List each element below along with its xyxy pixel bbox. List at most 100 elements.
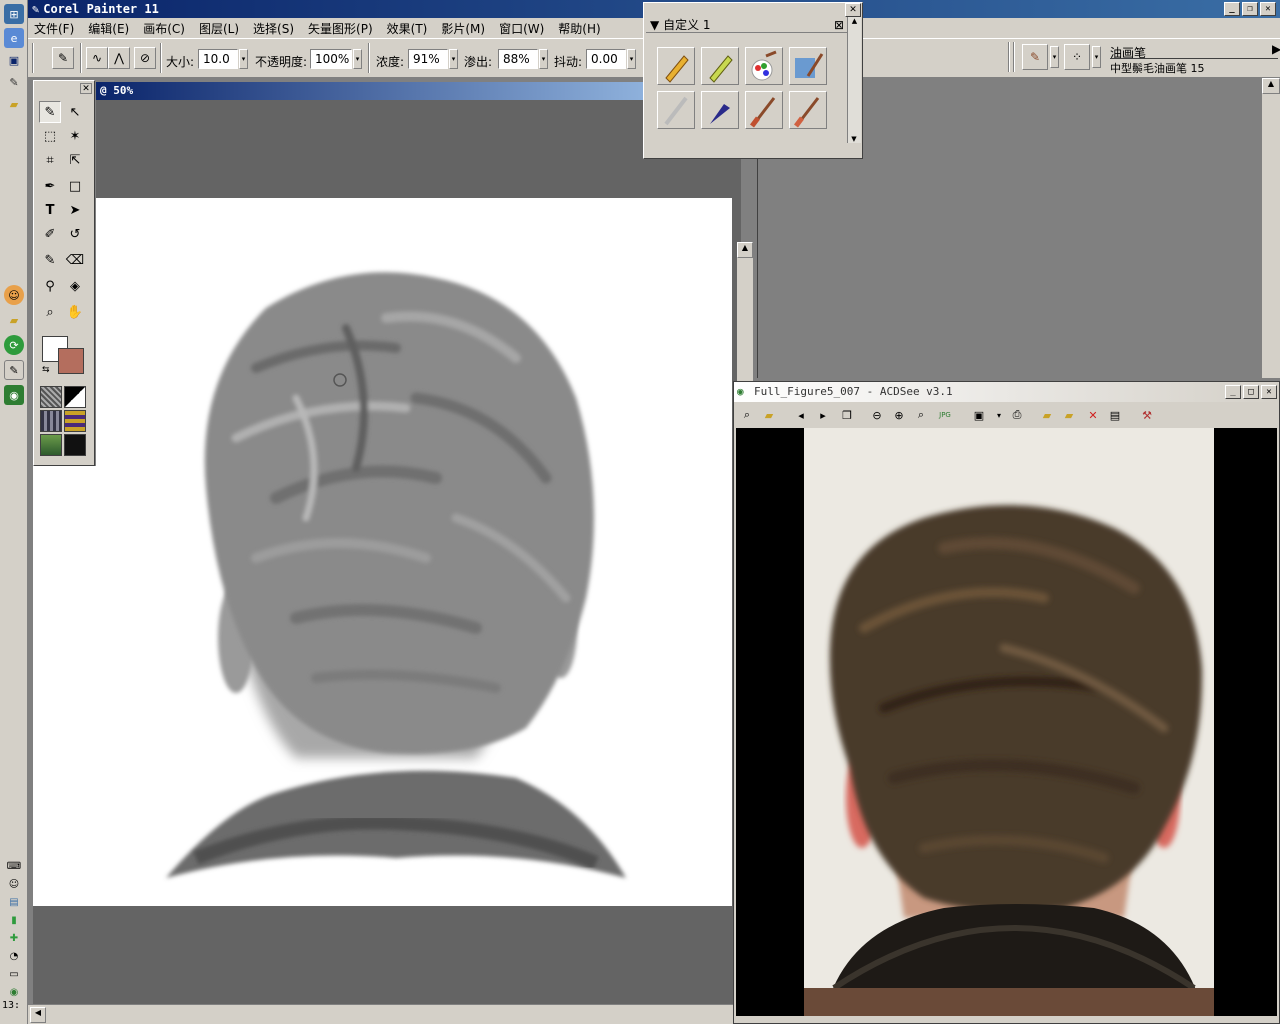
jpeg-icon[interactable]: JPG — [936, 406, 954, 424]
menu-file[interactable]: 文件(F) — [34, 20, 74, 37]
print-icon[interactable]: ⎙ — [1008, 406, 1026, 424]
menu-edit[interactable]: 编辑(E) — [88, 20, 129, 37]
brush-variant-dropdown[interactable]: ▾ — [1092, 46, 1101, 68]
dropper-brush-icon[interactable]: ✐ — [39, 223, 61, 245]
canvas-paper[interactable] — [96, 198, 732, 906]
palette-scroll-down-icon[interactable]: ▼ — [848, 135, 860, 143]
airbrush-button[interactable] — [657, 91, 695, 129]
menu-canvas[interactable]: 画布(C) — [143, 20, 185, 37]
acdsee-image-view[interactable] — [736, 428, 1277, 1016]
property-bar-grip[interactable] — [32, 43, 34, 73]
brush-icon[interactable]: ✎ — [39, 101, 61, 123]
bleed-field[interactable]: 88% — [498, 49, 538, 69]
next-image-icon[interactable]: ▸ — [814, 406, 832, 424]
grabber-hand-icon[interactable]: ✋ — [64, 301, 86, 323]
previous-image-icon[interactable]: ◂ — [792, 406, 810, 424]
menu-effects[interactable]: 效果(T) — [387, 20, 428, 37]
rect-select-icon[interactable]: ⬚ — [39, 125, 61, 147]
brush-variant-name[interactable]: 中型鬃毛油画笔 15 — [1110, 60, 1205, 76]
copy-to-folder-icon[interactable]: ▰ — [1038, 406, 1056, 424]
qq-icon[interactable]: ☺ — [4, 285, 24, 305]
eyedropper-icon[interactable]: ⚲ — [39, 275, 61, 297]
jitter-field[interactable]: 0.00 — [586, 49, 626, 69]
size-spinner[interactable]: ▾ — [239, 49, 248, 69]
zoom-fit-icon[interactable]: ⌕ — [912, 406, 930, 424]
shape-selection-icon[interactable]: ➤ — [64, 199, 86, 221]
eraser-icon[interactable]: ⌫ — [64, 249, 86, 271]
zoom-in-icon[interactable]: ⊕ — [890, 406, 908, 424]
brush-app-icon[interactable]: ✎ — [4, 72, 24, 92]
pencil-brush-button[interactable] — [657, 47, 695, 85]
nozzle-swatch[interactable] — [40, 434, 62, 456]
painter-quick-icon[interactable]: ✎ — [4, 360, 24, 380]
restore-button[interactable]: ❐ — [1242, 2, 1258, 16]
windows-start-icon[interactable]: ⊞ — [4, 4, 24, 24]
qq-tray-icon[interactable]: ☺ — [4, 874, 24, 894]
rectangle-shape-icon[interactable]: □ — [64, 175, 86, 197]
lasso-icon[interactable]: ↺ — [64, 223, 86, 245]
color-mixer-button[interactable] — [745, 47, 783, 85]
scroll-left-icon[interactable]: ◀ — [30, 1007, 46, 1023]
right-vertical-scrollbar[interactable]: ▲ — [1262, 78, 1280, 378]
concentration-field[interactable]: 91% — [408, 49, 448, 69]
size-field[interactable]: 10.0 — [198, 49, 238, 69]
reset-tool-icon[interactable]: ⊘ — [134, 47, 156, 69]
palette-header[interactable]: ▼ 自定义 1 ⊠ — [646, 17, 858, 33]
acdsee-minimize-button[interactable]: _ — [1225, 385, 1241, 399]
minimize-button[interactable]: _ — [1224, 2, 1240, 16]
menu-movie[interactable]: 影片(M) — [441, 20, 485, 37]
straight-line-stroke-icon[interactable]: ⋀ — [108, 47, 130, 69]
concentration-spinner[interactable]: ▾ — [449, 49, 458, 69]
menu-shapes[interactable]: 矢量图形(P) — [308, 20, 373, 37]
magnifier-icon[interactable]: ⌕ — [39, 301, 61, 323]
brush-dab-icon[interactable]: ⁘ — [1064, 44, 1090, 70]
keyboard-icon[interactable]: ⌨ — [4, 856, 24, 876]
zoom-out-icon[interactable]: ⊖ — [868, 406, 886, 424]
look-swatch[interactable] — [64, 434, 86, 456]
slideshow-dropdown-icon[interactable]: ▾ — [990, 406, 1008, 424]
layer-adjuster-icon[interactable]: ↖ — [64, 101, 86, 123]
desktop-icon[interactable]: ▣ — [4, 50, 24, 70]
brush-tool-icon[interactable]: ✎ — [52, 47, 74, 69]
green-bar-icon[interactable]: ▮ — [4, 910, 24, 930]
folder-icon-2[interactable]: ▰ — [4, 310, 24, 330]
acrylic-brush-button[interactable] — [789, 91, 827, 129]
scroll-up-icon[interactable]: ▲ — [1262, 78, 1280, 94]
palette-scroll-up-icon[interactable]: ▲ — [848, 17, 861, 25]
gradient-swatch[interactable] — [64, 386, 86, 408]
weave-swatch[interactable] — [64, 410, 86, 432]
nvidia-icon[interactable]: ◉ — [4, 385, 24, 405]
menu-layers[interactable]: 图层(L) — [199, 20, 239, 37]
delete-icon[interactable]: ✕ — [1084, 406, 1102, 424]
canvas-scroll-up-icon[interactable]: ▲ — [737, 242, 753, 258]
pattern-swatch[interactable] — [40, 410, 62, 432]
oil-brush-button[interactable] — [745, 91, 783, 129]
close-button[interactable]: ✕ — [1260, 2, 1276, 16]
brush-category-icon[interactable]: ✎ — [1022, 44, 1048, 70]
palette-options-icon[interactable]: ⊠ — [834, 17, 844, 33]
copy-icon[interactable]: ❐ — [838, 406, 856, 424]
cloner-brush-button[interactable] — [789, 47, 827, 85]
acdsee-close-button[interactable]: ✕ — [1261, 385, 1277, 399]
slideshow-icon[interactable]: ▣ — [970, 406, 988, 424]
open-folder-icon[interactable]: ▰ — [760, 406, 778, 424]
paper-texture-swatch[interactable] — [40, 386, 62, 408]
crop-icon[interactable]: ⌗ — [39, 149, 61, 171]
palette-close-button[interactable]: ✕ — [845, 3, 861, 17]
marker-brush-button[interactable] — [701, 47, 739, 85]
text-icon[interactable]: T — [39, 199, 61, 221]
menu-help[interactable]: 帮助(H) — [558, 20, 600, 37]
collapse-arrow-icon[interactable]: ▼ — [650, 18, 659, 32]
opacity-spinner[interactable]: ▾ — [353, 49, 362, 69]
acdsee-maximize-button[interactable]: □ — [1243, 385, 1259, 399]
browse-icon[interactable]: ⌕ — [738, 406, 756, 424]
brush-selector-grip[interactable] — [1008, 42, 1010, 72]
magic-wand-icon[interactable]: ✶ — [64, 125, 86, 147]
folder-icon[interactable]: ▰ — [4, 94, 24, 114]
paint-bucket-icon[interactable]: ◈ — [64, 275, 86, 297]
refresh-icon[interactable]: ⟳ — [4, 335, 24, 355]
pen-icon[interactable]: ✒ — [39, 175, 61, 197]
sound-icon[interactable]: ◔ — [4, 946, 24, 966]
additional-color-swatch[interactable] — [58, 348, 84, 374]
menu-window[interactable]: 窗口(W) — [499, 20, 544, 37]
